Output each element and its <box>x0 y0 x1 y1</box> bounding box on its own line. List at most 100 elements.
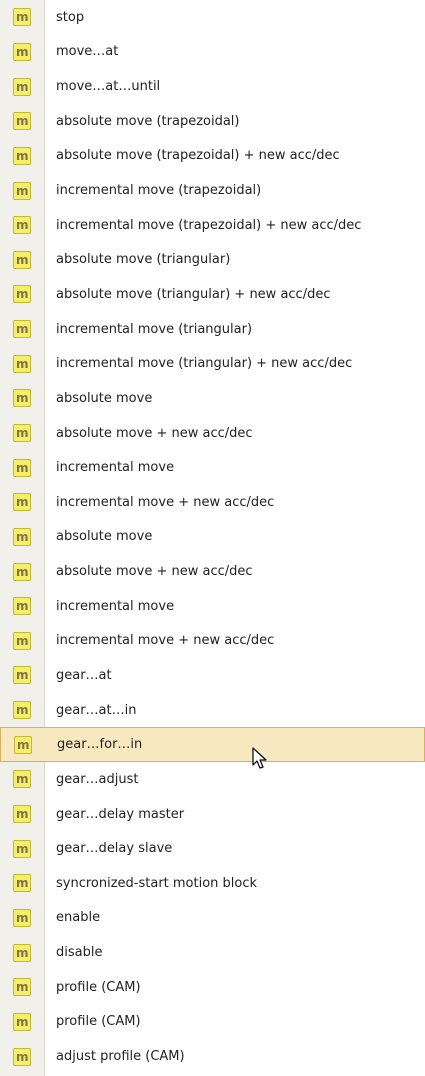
list-item-label: incremental move (triangular) <box>56 321 253 337</box>
list-item[interactable]: m incremental move <box>0 589 425 624</box>
method-icon: m <box>13 839 31 858</box>
list-item[interactable]: m syncronized-start motion block <box>0 866 425 901</box>
method-icon: m <box>13 908 31 927</box>
method-icon-container: m <box>0 250 44 269</box>
method-icon-container: m <box>0 458 44 477</box>
list-item[interactable]: m incremental move (triangular) <box>0 312 425 347</box>
list-item-label: gear…for…in <box>57 737 143 753</box>
list-item[interactable]: m incremental move + new acc/dec <box>0 624 425 659</box>
method-icon: m <box>13 805 31 824</box>
list-item[interactable]: m absolute move (trapezoidal) <box>0 104 425 139</box>
method-icon: m <box>13 112 31 131</box>
method-icon-container: m <box>0 1012 44 1031</box>
list-item-label: disable <box>56 945 103 961</box>
method-icon-container: m <box>0 839 44 858</box>
list-item-label: incremental move (trapezoidal) <box>56 183 262 199</box>
method-icon-container: m <box>0 146 44 165</box>
list-item-label: gear…at…in <box>56 702 137 718</box>
list-item[interactable]: m gear…adjust <box>0 762 425 797</box>
list-item-label: incremental move + new acc/dec <box>56 494 275 510</box>
method-icon-container: m <box>0 908 44 927</box>
method-icon: m <box>13 943 31 962</box>
list-item-label: move…at…until <box>56 79 161 95</box>
method-icon: m <box>13 181 31 200</box>
method-icon-container: m <box>0 562 44 581</box>
method-icon-container: m <box>0 701 44 720</box>
list-item[interactable]: m incremental move (triangular) + new acc… <box>0 346 425 381</box>
list-item-label: absolute move (trapezoidal) + new acc/de… <box>56 148 340 164</box>
list-item[interactable]: m absolute move <box>0 381 425 416</box>
list-item[interactable]: m incremental move (trapezoidal) + new ac… <box>0 208 425 243</box>
method-icon-container: m <box>0 527 44 546</box>
method-icon: m <box>13 597 31 616</box>
method-icon-container: m <box>0 354 44 373</box>
method-icon: m <box>13 874 31 893</box>
list-item-label: stop <box>56 9 85 25</box>
method-icon-container: m <box>1 735 45 754</box>
method-icon-container: m <box>0 8 44 27</box>
method-icon: m <box>13 250 31 269</box>
list-item[interactable]: m gear…delay slave <box>0 831 425 866</box>
method-icon: m <box>13 389 31 408</box>
method-icon: m <box>13 1012 31 1031</box>
list-item[interactable]: m gear…at…in <box>0 693 425 728</box>
list-item[interactable]: m gear…at <box>0 658 425 693</box>
method-icon: m <box>13 701 31 720</box>
list-item[interactable]: m gear…for…in <box>0 727 425 763</box>
method-icon: m <box>13 562 31 581</box>
list-item-label: absolute move <box>56 390 153 406</box>
list-item[interactable]: m incremental move (trapezoidal) <box>0 173 425 208</box>
list-item[interactable]: m absolute move (triangular) <box>0 242 425 277</box>
method-icon: m <box>13 493 31 512</box>
list-item-label: absolute move (triangular) + new acc/dec <box>56 286 331 302</box>
list-item-label: incremental move (trapezoidal) + new acc… <box>56 217 362 233</box>
list-item[interactable]: m profile (CAM) <box>0 1005 425 1040</box>
list-item-label: incremental move (triangular) + new acc/… <box>56 356 353 372</box>
list-item-label: absolute move <box>56 529 153 545</box>
list-item-label: syncronized-start motion block <box>56 875 258 891</box>
method-icon-container: m <box>0 285 44 304</box>
list-item[interactable]: m incremental move <box>0 450 425 485</box>
method-icon-container: m <box>0 666 44 685</box>
list-item[interactable]: m absolute move (triangular) + new acc/de… <box>0 277 425 312</box>
method-icon-container: m <box>0 42 44 61</box>
method-icon-container: m <box>0 943 44 962</box>
method-list: m stop m move…at m move…at…until m absolute mov… <box>0 0 425 1074</box>
list-item[interactable]: m adjust profile (CAM) <box>0 1039 425 1074</box>
list-item-label: incremental move <box>56 460 175 476</box>
list-item[interactable]: m stop <box>0 0 425 35</box>
list-item-label: gear…at <box>56 667 112 683</box>
list-item[interactable]: m absolute move (trapezoidal) + new acc/d… <box>0 139 425 174</box>
list-item[interactable]: m enable <box>0 901 425 936</box>
method-icon-container: m <box>0 181 44 200</box>
method-icon-container: m <box>0 216 44 235</box>
list-item[interactable]: m disable <box>0 935 425 970</box>
method-icon-container: m <box>0 805 44 824</box>
method-list-panel: m stop m move…at m move…at…until m absolute mov… <box>0 0 425 1076</box>
list-item-label: incremental move <box>56 598 175 614</box>
list-item[interactable]: m profile (CAM) <box>0 970 425 1005</box>
method-icon: m <box>13 1047 31 1066</box>
list-item-label: enable <box>56 910 101 926</box>
list-item[interactable]: m absolute move + new acc/dec <box>0 554 425 589</box>
method-icon: m <box>13 458 31 477</box>
method-icon: m <box>13 666 31 685</box>
list-item[interactable]: m move…at <box>0 35 425 70</box>
method-icon: m <box>13 146 31 165</box>
list-item-label: absolute move + new acc/dec <box>56 425 253 441</box>
list-item[interactable]: m absolute move + new acc/dec <box>0 416 425 451</box>
list-item-label: incremental move + new acc/dec <box>56 633 275 649</box>
list-item[interactable]: m gear…delay master <box>0 797 425 832</box>
list-item[interactable]: m incremental move + new acc/dec <box>0 485 425 520</box>
method-icon: m <box>13 354 31 373</box>
method-icon: m <box>13 424 31 442</box>
list-item-label: absolute move (triangular) <box>56 252 231 268</box>
list-item-label: absolute move + new acc/dec <box>56 564 253 580</box>
list-item[interactable]: m move…at…until <box>0 69 425 104</box>
method-icon-container: m <box>0 770 44 789</box>
method-icon: m <box>13 770 31 789</box>
method-icon: m <box>13 8 31 27</box>
method-icon: m <box>13 631 31 650</box>
list-item[interactable]: m absolute move <box>0 520 425 555</box>
method-icon-container: m <box>0 77 44 96</box>
